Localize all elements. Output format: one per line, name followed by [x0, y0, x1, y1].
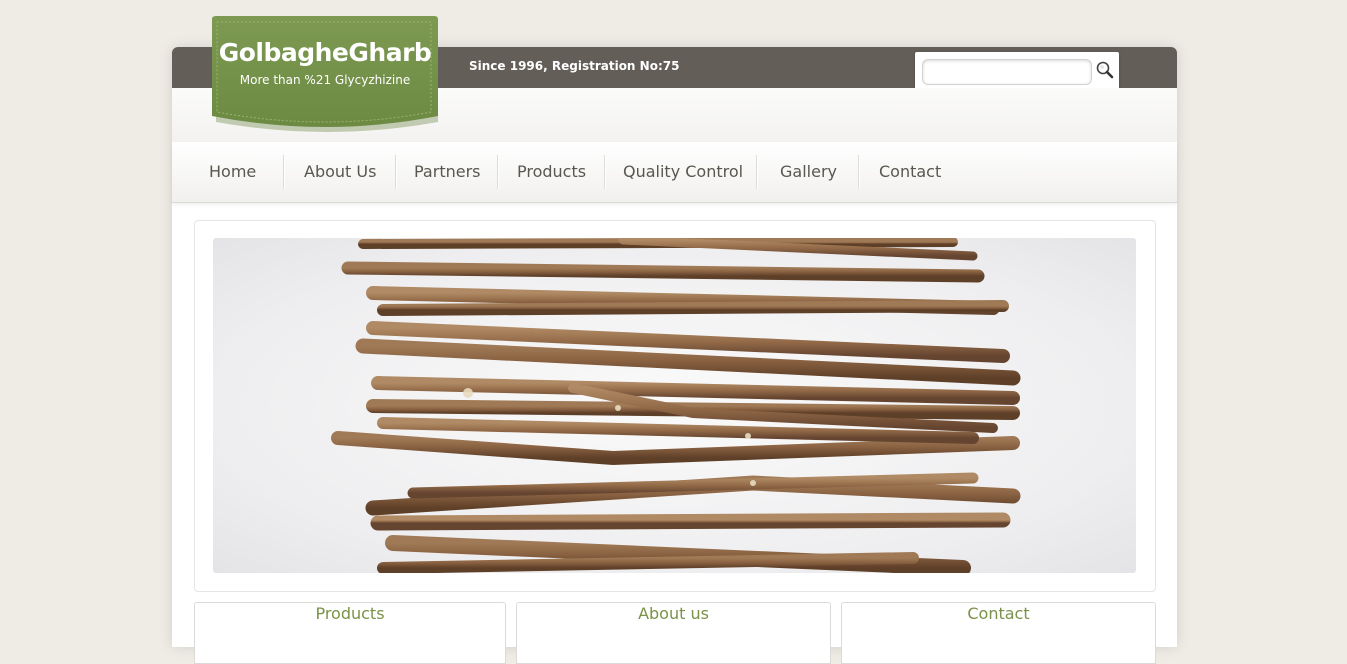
image-slider — [194, 220, 1156, 592]
header-tagline: Since 1996, Registration No:75 — [469, 59, 680, 73]
nav-item-gallery[interactable]: Gallery — [780, 142, 837, 202]
search-icon[interactable] — [1095, 60, 1115, 80]
about-us-box: About us — [516, 602, 831, 664]
nav-item-partners[interactable]: Partners — [414, 142, 480, 202]
contact-box: Contact — [841, 602, 1156, 664]
logo-subtitle: More than %21 Glycyzhizine — [239, 73, 411, 87]
licorice-roots-image — [213, 238, 1136, 573]
nav-divider — [604, 155, 605, 189]
contact-box-title[interactable]: Contact — [842, 603, 1155, 625]
nav-item-quality-control[interactable]: Quality Control — [623, 142, 743, 202]
nav-item-products[interactable]: Products — [517, 142, 586, 202]
main-nav: Home About Us Partners Products Quality … — [172, 142, 1177, 203]
nav-item-about-us[interactable]: About Us — [304, 142, 376, 202]
about-us-box-title[interactable]: About us — [517, 603, 830, 625]
nav-divider — [858, 155, 859, 189]
site-logo[interactable]: GolbagheGharb More than %21 Glycyzhizine — [210, 16, 440, 132]
search-input[interactable] — [922, 59, 1092, 85]
nav-divider — [756, 155, 757, 189]
search-box — [915, 52, 1119, 92]
nav-item-contact[interactable]: Contact — [879, 142, 941, 202]
nav-item-home[interactable]: Home — [209, 142, 256, 202]
page-container: Since 1996, Registration No:75 Home Abou… — [172, 47, 1177, 664]
nav-divider — [497, 155, 498, 189]
logo-title: GolbagheGharb — [218, 38, 432, 67]
nav-divider — [283, 155, 284, 189]
products-box: Products — [194, 602, 506, 664]
nav-divider — [395, 155, 396, 189]
products-box-title[interactable]: Products — [195, 603, 505, 625]
licorice-sticks-illustration — [331, 238, 1021, 573]
